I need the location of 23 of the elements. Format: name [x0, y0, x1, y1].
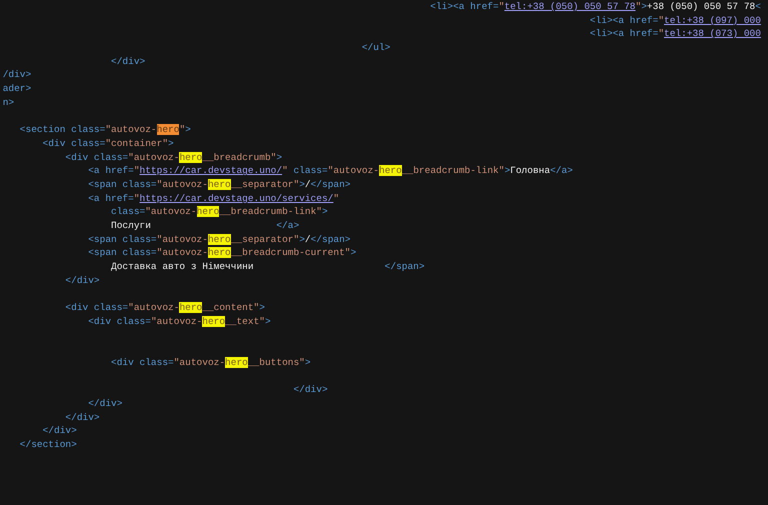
- code-line: </section>: [18, 439, 77, 450]
- code-line: </div>: [42, 425, 77, 436]
- code-line: Послуги </a>: [110, 220, 300, 231]
- code-line: <li><a href="tel:+38 (073) 000: [588, 28, 761, 40]
- code-line: </div>: [64, 274, 100, 286]
- code-line: Доставка авто з Німеччини </span>: [110, 261, 425, 272]
- code-line: <div class="autovoz-hero__breadcrumb">: [64, 152, 282, 163]
- code-line: ader>: [2, 83, 32, 94]
- code-line: </ul>: [360, 42, 390, 54]
- code-line: n>: [2, 96, 14, 108]
- code-line: </div>: [292, 384, 328, 396]
- code-line: class="autovoz-hero__breadcrumb-link">: [110, 206, 328, 218]
- code-line: <section class="autovoz-hero">: [18, 124, 191, 136]
- code-line: <li><a href="tel:+38 (050) 050 57 78">+38 (050) 050 57 78<: [429, 1, 761, 12]
- code-line: <li><a href="tel:+38 (097) 000: [588, 14, 761, 26]
- code-line: /div>: [2, 69, 32, 80]
- code-line: <a href="https://car.devstage.uno/services/": [87, 192, 340, 204]
- code-line: </div>: [110, 56, 146, 67]
- code-line: </div>: [87, 398, 122, 409]
- code-line: </div>: [64, 412, 100, 423]
- code-line: <div class="container">: [42, 138, 174, 149]
- code-line: <div class="autovoz-hero__content">: [64, 302, 265, 314]
- code-line: <div class="autovoz-hero__text">: [87, 316, 271, 327]
